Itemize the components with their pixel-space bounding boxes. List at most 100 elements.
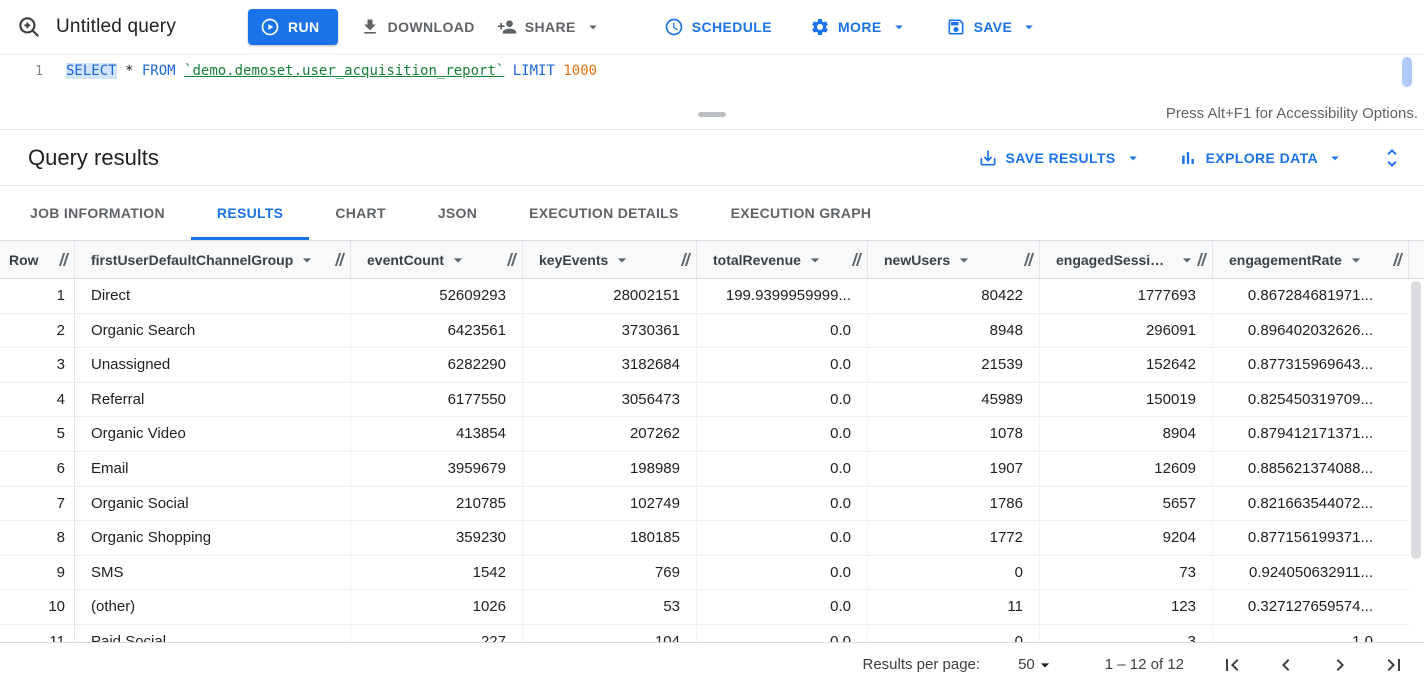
more-button[interactable]: MORE <box>800 9 918 45</box>
splitter-drag-handle[interactable] <box>698 112 726 117</box>
column-header-newUsers[interactable]: newUsers <box>868 241 1040 278</box>
column-header-Row[interactable]: Row <box>0 241 75 278</box>
first-page-button[interactable] <box>1220 653 1244 677</box>
table-cell: 1777693 <box>1040 279 1213 314</box>
sql-code-line[interactable]: SELECT * FROM `demo.demoset.user_acquisi… <box>56 55 597 100</box>
sql-table-reference[interactable]: `demo.demoset.user_acquisition_report` <box>184 63 504 79</box>
tab-json[interactable]: JSON <box>412 186 503 240</box>
explore-data-button[interactable]: EXPLORE DATA <box>1178 140 1344 176</box>
table-cell: 28002151 <box>523 279 697 314</box>
column-resize-handle[interactable] <box>1393 253 1403 266</box>
table-cell: 0.0 <box>697 625 868 642</box>
table-cell: 6177550 <box>351 383 523 418</box>
table-scrollbar-thumb[interactable] <box>1411 281 1421 559</box>
column-header-label: engagedSessions <box>1056 252 1173 268</box>
share-button[interactable]: SHARE <box>487 9 612 45</box>
column-header-label: firstUserDefaultChannelGroup <box>91 252 293 268</box>
sort-dropdown-icon[interactable] <box>1346 250 1366 270</box>
tab-execution-details[interactable]: EXECUTION DETAILS <box>503 186 705 240</box>
table-row: 7Organic Social2107851027490.0178656570.… <box>0 487 1424 522</box>
query-toolbar: Untitled query RUN DOWNLOAD SHARE SCHEDU… <box>0 0 1424 55</box>
schedule-button[interactable]: SCHEDULE <box>654 9 782 45</box>
table-cell: 210785 <box>351 487 523 522</box>
last-page-button[interactable] <box>1382 653 1406 677</box>
table-cell: 5657 <box>1040 487 1213 522</box>
table-cell: 0.877315969643... <box>1213 348 1409 383</box>
tab-results[interactable]: RESULTS <box>191 186 309 240</box>
column-resize-handle[interactable] <box>59 253 69 266</box>
column-header-eventCount[interactable]: eventCount <box>351 241 523 278</box>
table-cell: 1026 <box>351 590 523 625</box>
table-row: 1Direct5260929328002151199.9399959999...… <box>0 279 1424 314</box>
table-cell: 8904 <box>1040 417 1213 452</box>
table-cell: 0.896402032626... <box>1213 314 1409 349</box>
table-cell: 180185 <box>523 521 697 556</box>
sort-dropdown-icon[interactable] <box>297 250 317 270</box>
sql-keyword-from: FROM <box>142 63 184 79</box>
table-cell: 0.0 <box>697 452 868 487</box>
chevron-down-icon <box>890 18 908 36</box>
expand-results-button[interactable] <box>1380 146 1404 170</box>
table-cell: 11 <box>868 590 1040 625</box>
table-row: 2Organic Search642356137303610.089482960… <box>0 314 1424 349</box>
table-cell: 21539 <box>868 348 1040 383</box>
table-cell: 413854 <box>351 417 523 452</box>
row-number-cell: 10 <box>0 590 75 625</box>
column-header-keyEvents[interactable]: keyEvents <box>523 241 697 278</box>
column-header-totalRevenue[interactable]: totalRevenue <box>697 241 868 278</box>
sort-dropdown-icon[interactable] <box>805 250 825 270</box>
tab-chart[interactable]: CHART <box>309 186 412 240</box>
results-title: Query results <box>28 145 159 171</box>
editor-scrollbar-thumb[interactable] <box>1402 57 1412 87</box>
save-button[interactable]: SAVE <box>936 9 1049 45</box>
table-cell: Organic Search <box>75 314 351 349</box>
row-number-cell: 5 <box>0 417 75 452</box>
download-button[interactable]: DOWNLOAD <box>350 9 485 45</box>
save-results-button[interactable]: SAVE RESULTS <box>978 140 1142 176</box>
column-resize-handle[interactable] <box>852 253 862 266</box>
column-header-engagementRate[interactable]: engagementRate <box>1213 241 1409 278</box>
column-resize-handle[interactable] <box>681 253 691 266</box>
person-add-icon <box>497 17 517 37</box>
explore-data-label: EXPLORE DATA <box>1206 150 1318 166</box>
page-size-select[interactable]: 50 <box>1018 655 1055 675</box>
column-header-engagedSessions[interactable]: engagedSessions <box>1040 241 1213 278</box>
sort-dropdown-icon[interactable] <box>1177 250 1197 270</box>
table-row: 10(other)1026530.0111230.327127659574... <box>0 590 1424 625</box>
table-cell: 0.879412171371... <box>1213 417 1409 452</box>
sql-editor[interactable]: 1 SELECT * FROM `demo.demoset.user_acqui… <box>0 55 1424 100</box>
save-results-label: SAVE RESULTS <box>1006 150 1116 166</box>
column-resize-handle[interactable] <box>1197 253 1207 266</box>
page-size-value: 50 <box>1018 656 1035 673</box>
table-cell: 0.821663544072... <box>1213 487 1409 522</box>
pagination-range: 1 – 12 of 12 <box>1105 656 1184 673</box>
column-header-firstUserDefaultChannelGroup[interactable]: firstUserDefaultChannelGroup <box>75 241 351 278</box>
column-header-label: totalRevenue <box>713 252 801 268</box>
chevron-down-icon <box>1020 18 1038 36</box>
table-cell: 8948 <box>868 314 1040 349</box>
sort-dropdown-icon[interactable] <box>448 250 468 270</box>
column-resize-handle[interactable] <box>335 253 345 266</box>
table-cell: 6423561 <box>351 314 523 349</box>
next-page-button[interactable] <box>1328 653 1352 677</box>
chevron-right-icon <box>1328 653 1352 677</box>
table-cell: 73 <box>1040 556 1213 591</box>
column-header-label: engagementRate <box>1229 252 1342 268</box>
table-row: 8Organic Shopping3592301801850.017729204… <box>0 521 1424 556</box>
run-button[interactable]: RUN <box>248 9 338 45</box>
tab-job-information[interactable]: JOB INFORMATION <box>4 186 191 240</box>
table-cell: 104 <box>523 625 697 642</box>
table-cell: 123 <box>1040 590 1213 625</box>
sort-dropdown-icon[interactable] <box>612 250 632 270</box>
column-header-label: Row <box>9 252 39 268</box>
table-cell: 0.0 <box>697 417 868 452</box>
row-number-cell: 4 <box>0 383 75 418</box>
previous-page-button[interactable] <box>1274 653 1298 677</box>
column-resize-handle[interactable] <box>507 253 517 266</box>
sort-dropdown-icon[interactable] <box>954 250 974 270</box>
table-cell: 3182684 <box>523 348 697 383</box>
download-button-label: DOWNLOAD <box>388 19 475 35</box>
column-resize-handle[interactable] <box>1024 253 1034 266</box>
tab-execution-graph[interactable]: EXECUTION GRAPH <box>705 186 898 240</box>
table-cell: Paid Social <box>75 625 351 642</box>
